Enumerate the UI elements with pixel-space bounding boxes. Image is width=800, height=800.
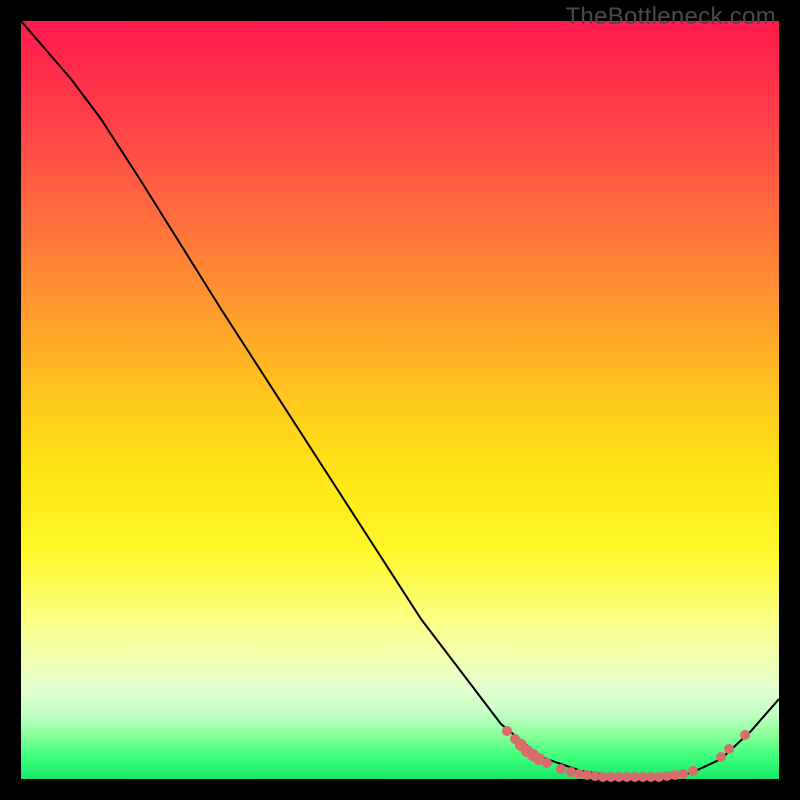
curve-marker xyxy=(556,764,566,774)
curve-marker xyxy=(740,730,750,740)
curve-marker xyxy=(502,726,512,736)
curve-marker xyxy=(716,752,726,762)
chart-svg xyxy=(21,21,779,779)
curve-marker xyxy=(724,744,734,754)
curve-marker xyxy=(542,758,552,768)
curve-markers xyxy=(502,726,750,782)
bottleneck-curve xyxy=(21,21,779,777)
curve-marker xyxy=(678,769,688,779)
curve-marker xyxy=(688,766,698,776)
